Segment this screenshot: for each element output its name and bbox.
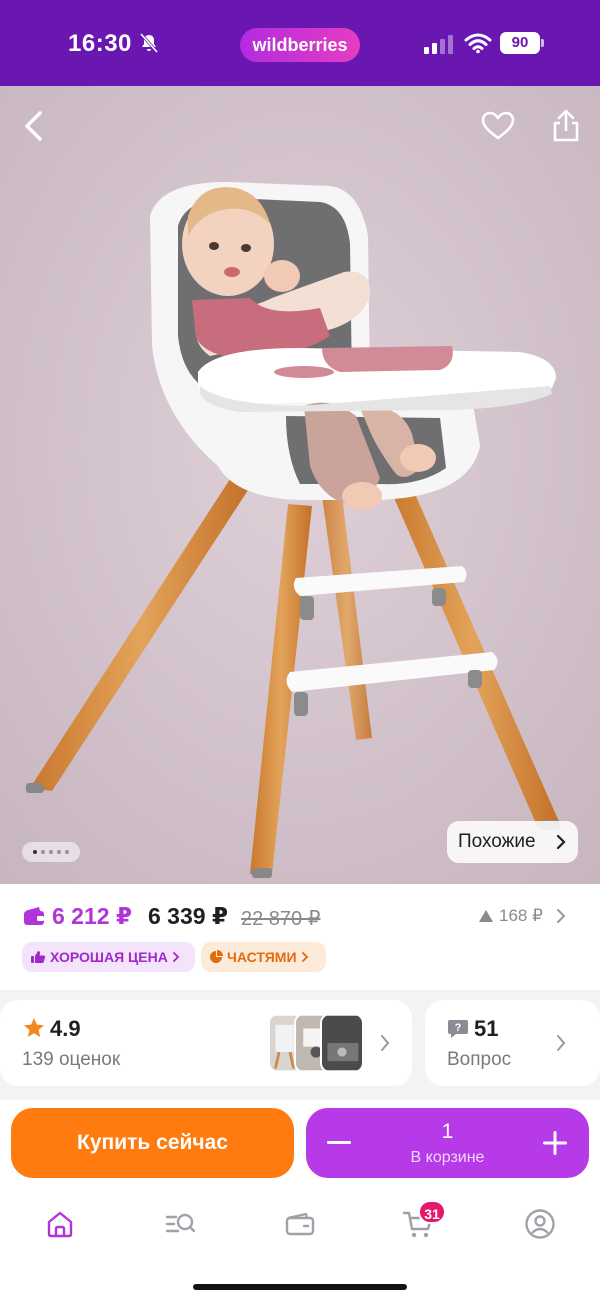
questions-label: Вопрос — [447, 1049, 512, 1070]
price-history-button[interactable]: 168 ₽ — [478, 906, 543, 926]
share-icon — [553, 109, 579, 142]
thumbs-up-icon — [31, 951, 46, 963]
gallery-dot — [49, 850, 53, 854]
bell-muted-icon — [139, 33, 159, 53]
installments-badge[interactable]: ЧАСТЯМИ — [201, 942, 326, 972]
status-bar: 16:30 wildberries 90 — [0, 0, 600, 86]
chevron-right-icon — [557, 909, 566, 923]
wallet-icon — [285, 1212, 315, 1236]
svg-text:?: ? — [455, 1022, 462, 1034]
app-logo: wildberries — [240, 28, 360, 62]
battery-level: 90 — [500, 32, 540, 54]
questions-card[interactable] — [425, 1000, 600, 1086]
review-photos[interactable] — [268, 1013, 368, 1073]
battery-tip — [541, 39, 544, 47]
pie-icon — [210, 950, 223, 963]
good-price-badge[interactable]: ХОРОШАЯ ЦЕНА — [22, 942, 195, 972]
back-button[interactable] — [12, 104, 56, 148]
chevron-right-icon — [557, 1035, 566, 1051]
gallery-dot — [65, 850, 69, 854]
buy-now-button[interactable]: Купить сейчас — [11, 1108, 294, 1178]
nav-catalog[interactable] — [162, 1206, 198, 1242]
catalog-search-icon — [165, 1213, 196, 1233]
plus-icon — [543, 1131, 567, 1155]
star-icon — [24, 1018, 44, 1037]
wifi-icon — [464, 33, 492, 54]
high-chair-photo — [0, 86, 600, 884]
chevron-right-icon — [172, 952, 180, 962]
wallet-icon — [24, 907, 44, 925]
share-button[interactable] — [544, 104, 588, 148]
similar-button[interactable]: Похожие — [447, 821, 578, 863]
gallery-dots — [22, 842, 80, 862]
product-gallery[interactable]: Похожие — [0, 86, 600, 884]
nav-profile[interactable] — [522, 1206, 558, 1242]
gallery-dot — [57, 850, 61, 854]
wallet-price: 6 212 ₽ — [52, 903, 132, 929]
question-bubble-icon: ? — [448, 1020, 468, 1038]
rating-value: 4.9 — [50, 1016, 81, 1041]
old-price: 22 870 ₽ — [241, 908, 321, 930]
review-photo-thumbnail — [320, 1013, 364, 1073]
similar-label: Похожие — [458, 831, 536, 852]
questions-value: 51 — [474, 1016, 499, 1041]
chevron-right-icon — [381, 1035, 390, 1051]
nav-wallet[interactable] — [282, 1206, 318, 1242]
cart-count-badge: 31 — [418, 1200, 446, 1224]
home-indicator — [193, 1284, 407, 1290]
heart-icon — [481, 111, 515, 140]
rating-count: 139 оценок — [22, 1049, 121, 1070]
nav-home[interactable] — [42, 1206, 78, 1242]
gallery-dot — [33, 850, 37, 854]
favorite-button[interactable] — [476, 104, 520, 148]
battery-icon: 90 — [500, 32, 544, 54]
status-time: 16:30 — [68, 30, 132, 57]
price-block — [0, 884, 600, 990]
back-arrow-icon — [25, 111, 42, 141]
triangle-up-icon — [479, 910, 493, 922]
good-price-label: ХОРОШАЯ ЦЕНА — [50, 949, 168, 965]
cart-quantity-control: 1 В корзине — [306, 1108, 589, 1178]
signal-icon — [424, 35, 453, 54]
price-change: 168 ₽ — [499, 906, 543, 925]
chevron-right-icon — [556, 834, 566, 850]
chevron-right-icon — [301, 952, 308, 962]
price: 6 339 ₽ — [148, 903, 228, 929]
home-icon — [47, 1211, 73, 1238]
gallery-dot — [41, 850, 45, 854]
profile-icon — [525, 1209, 555, 1239]
installments-label: ЧАСТЯМИ — [227, 949, 297, 965]
increase-quantity-button[interactable] — [542, 1130, 568, 1156]
